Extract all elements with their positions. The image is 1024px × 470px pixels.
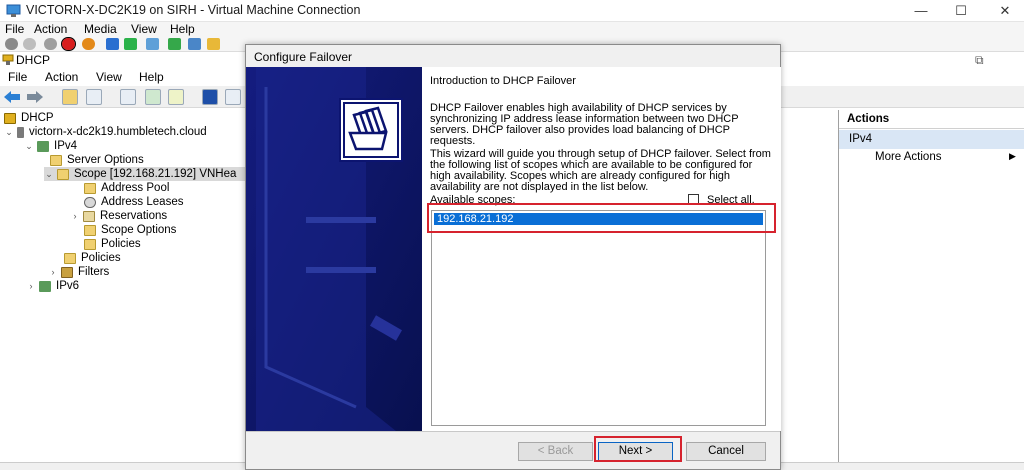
forward-arrow-icon[interactable] [26,90,44,104]
properties-icon[interactable] [120,89,136,105]
action-pane-icon[interactable] [225,89,241,105]
ipv4-icon [37,140,49,152]
filter-icon [61,266,73,278]
chevron-right-icon[interactable]: › [48,265,58,279]
console-tree: DHCP ⌄ victorn-x-dc2k19.humbletech.cloud… [0,108,246,462]
wizard-content: Introduction to DHCP Failover DHCP Failo… [422,67,781,431]
ipv6-icon [39,280,51,292]
minimize-button[interactable]: — [906,2,936,20]
tree-item-dhcp[interactable]: DHCP [4,111,54,125]
share-icon[interactable] [207,38,220,50]
checkpoint-icon[interactable] [146,38,159,50]
scope-folder-icon [57,168,69,180]
mmc-menu-help[interactable]: Help [139,70,164,85]
tree-item-ipv4[interactable]: ⌄ IPv4 [24,139,77,153]
tree-item-ipv6[interactable]: › IPv6 [26,279,80,293]
wizard-instructions: This wizard will guide you through setup… [430,148,771,193]
vm-menu-media[interactable]: Media [84,22,117,37]
vm-menu-view[interactable]: View [131,22,157,37]
back-button[interactable]: < Back [518,442,593,461]
mmc-menu-file[interactable]: File [8,70,27,85]
tree-item-server-options[interactable]: Server Options [50,153,144,167]
chevron-down-icon[interactable]: ⌄ [44,167,54,181]
tree-item-filters[interactable]: › Filters [48,265,110,279]
tree-item-server[interactable]: ⌄ victorn-x-dc2k19.humbletech.cloud [4,125,206,139]
vm-menu-file[interactable]: File [5,22,24,37]
chevron-right-icon[interactable]: › [70,209,80,223]
folder-icon [64,252,76,264]
play-icon[interactable] [124,38,137,50]
mmc-window-title: DHCP [16,53,51,67]
chevron-down-icon[interactable]: ⌄ [4,125,14,139]
help-icon[interactable] [202,89,218,105]
maximize-button[interactable]: ☐ [946,2,976,20]
show-hide-tree-icon[interactable] [86,89,102,105]
options-folder-icon [50,154,62,166]
tree-item-policies[interactable]: Policies [64,251,121,265]
reservations-icon [83,210,95,222]
mmc-menu-view[interactable]: View [96,70,122,85]
wizard-description: DHCP Failover enables high availability … [430,102,739,147]
dialog-title: Configure Failover [254,50,353,64]
tree-item-reservations[interactable]: › Reservations [70,209,168,223]
wizard-heading: Introduction to DHCP Failover [430,75,576,87]
chevron-right-icon[interactable]: › [26,279,36,293]
tree-item-scope[interactable]: ⌄ Scope [192.168.21.192] VNHea [44,167,246,181]
dhcp-app-icon [2,54,14,65]
wizard-banner [246,67,422,431]
export-list-icon[interactable] [168,89,184,105]
revert-icon[interactable] [168,38,181,50]
available-scopes-list[interactable]: 192.168.21.192 [431,210,766,426]
vm-menu-help[interactable]: Help [170,22,195,37]
server-icon [17,126,24,138]
ctrl-alt-del-icon[interactable] [5,38,18,50]
tree-item-scope-policies[interactable]: Policies [84,237,141,251]
turn-off-icon[interactable] [44,38,57,50]
close-button[interactable]: ✕ [990,2,1020,20]
restore-icon[interactable]: ⧉ [975,53,984,68]
wizard-footer: < Back Next > Cancel [246,431,780,469]
results-pane [780,108,836,462]
start-icon[interactable] [23,38,36,50]
mmc-menu-action[interactable]: Action [45,70,78,85]
cancel-button[interactable]: Cancel [686,442,766,461]
scope-highlight-box [427,203,776,233]
folder-icon [84,182,96,194]
vm-menu-action[interactable]: Action [34,22,67,37]
pause-icon[interactable] [106,38,119,50]
configure-failover-dialog: Configure Failover Introduction to DHCP … [245,44,781,470]
dhcp-icon [4,112,16,124]
power-icon[interactable] [82,38,95,50]
clock-icon [84,196,96,208]
actions-header: Actions [839,110,1024,129]
refresh-icon[interactable] [145,89,161,105]
more-actions-item[interactable]: More Actions [875,151,941,163]
shut-down-icon[interactable] [61,37,76,51]
vm-menu-bar: File Action Media View Help [0,22,1024,37]
up-folder-icon[interactable] [62,89,78,105]
vm-title-bar: VICTORN-X-DC2K19 on SIRH - Virtual Machi… [0,0,1024,22]
back-arrow-icon[interactable] [3,90,21,104]
actions-section-ipv4[interactable]: IPv4 [839,130,1024,149]
chevron-right-icon: ▶ [1009,151,1016,161]
vm-window-title: VICTORN-X-DC2K19 on SIRH - Virtual Machi… [26,3,361,17]
next-highlight-box [594,436,682,462]
enhanced-session-icon[interactable] [188,38,201,50]
folder-icon [84,238,96,250]
chevron-down-icon[interactable]: ⌄ [24,139,34,153]
wizard-banner-art [246,67,422,431]
options-folder-icon [84,224,96,236]
tree-item-scope-options[interactable]: Scope Options [84,223,176,237]
actions-pane: Actions IPv4 More Actions ▶ [838,110,1024,462]
tree-item-address-pool[interactable]: Address Pool [84,181,169,195]
tree-item-address-leases[interactable]: Address Leases [84,195,183,209]
vm-connection-icon [6,4,21,17]
